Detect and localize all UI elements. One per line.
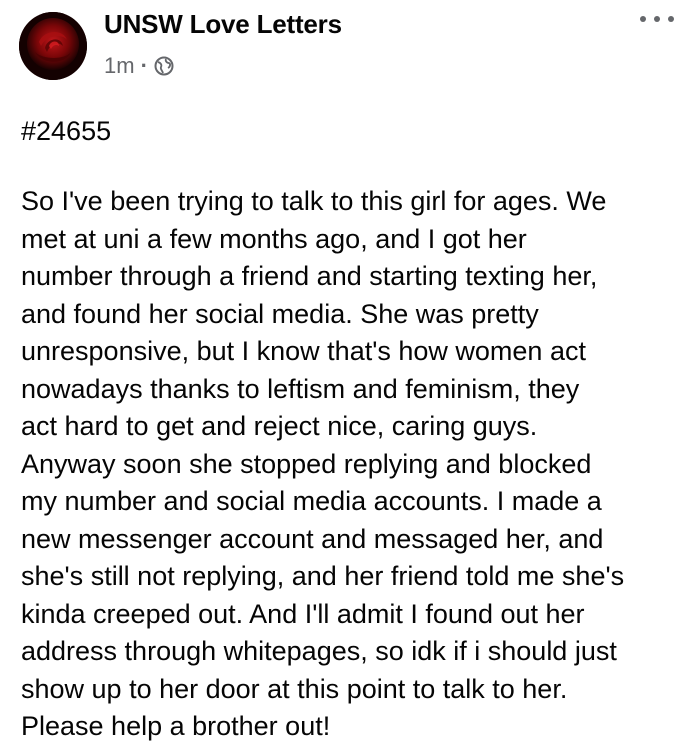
post-text-line: number through a friend and starting tex… [21,261,598,291]
post-text-line: act hard to get and reject nice, caring … [21,411,538,441]
more-dot [654,16,660,22]
post-body: So I've been trying to talk to this girl… [21,183,693,746]
post-text-line: So I've been trying to talk to this girl… [21,186,607,216]
post-text-line: she's still not replying, and her friend… [21,561,625,591]
post-timestamp[interactable]: 1m [104,53,135,79]
page-avatar[interactable] [19,12,87,80]
post-text-line: show up to her door at this point to tal… [21,673,568,704]
more-dot [640,16,646,22]
post-hashtag: #24655 [21,116,112,146]
more-options-icon[interactable] [640,12,674,26]
post-text-line: my number and social media accounts. I m… [21,486,602,516]
post-text-line: nowadays thanks to leftism and feminism,… [21,373,580,404]
post-text-line: unresponsive, but I know that's how wome… [21,336,586,366]
meta-separator: · [140,53,148,78]
rose-icon [19,12,87,80]
globe-icon[interactable] [154,56,174,76]
post-meta: 1m · [104,53,174,79]
page-name-link[interactable]: UNSW Love Letters [104,9,342,40]
post-text-line: kinda creeped out. And I'll admit I foun… [21,598,585,629]
post-text-line: new messenger account and messaged her, … [21,523,604,554]
post-text-line: and found her social media. She was pret… [21,298,539,329]
facebook-post: UNSW Love Letters 1m · #24655 So I've be… [0,0,700,752]
post-text-line: met at uni a few months ago, and I got h… [21,223,527,254]
post-text-line: Please help a brother out! [21,711,331,741]
more-dot [668,16,674,22]
post-text-line: address through whitepages, so idk if i … [21,636,617,666]
post-text-line: Anyway soon she stopped replying and blo… [21,448,592,479]
